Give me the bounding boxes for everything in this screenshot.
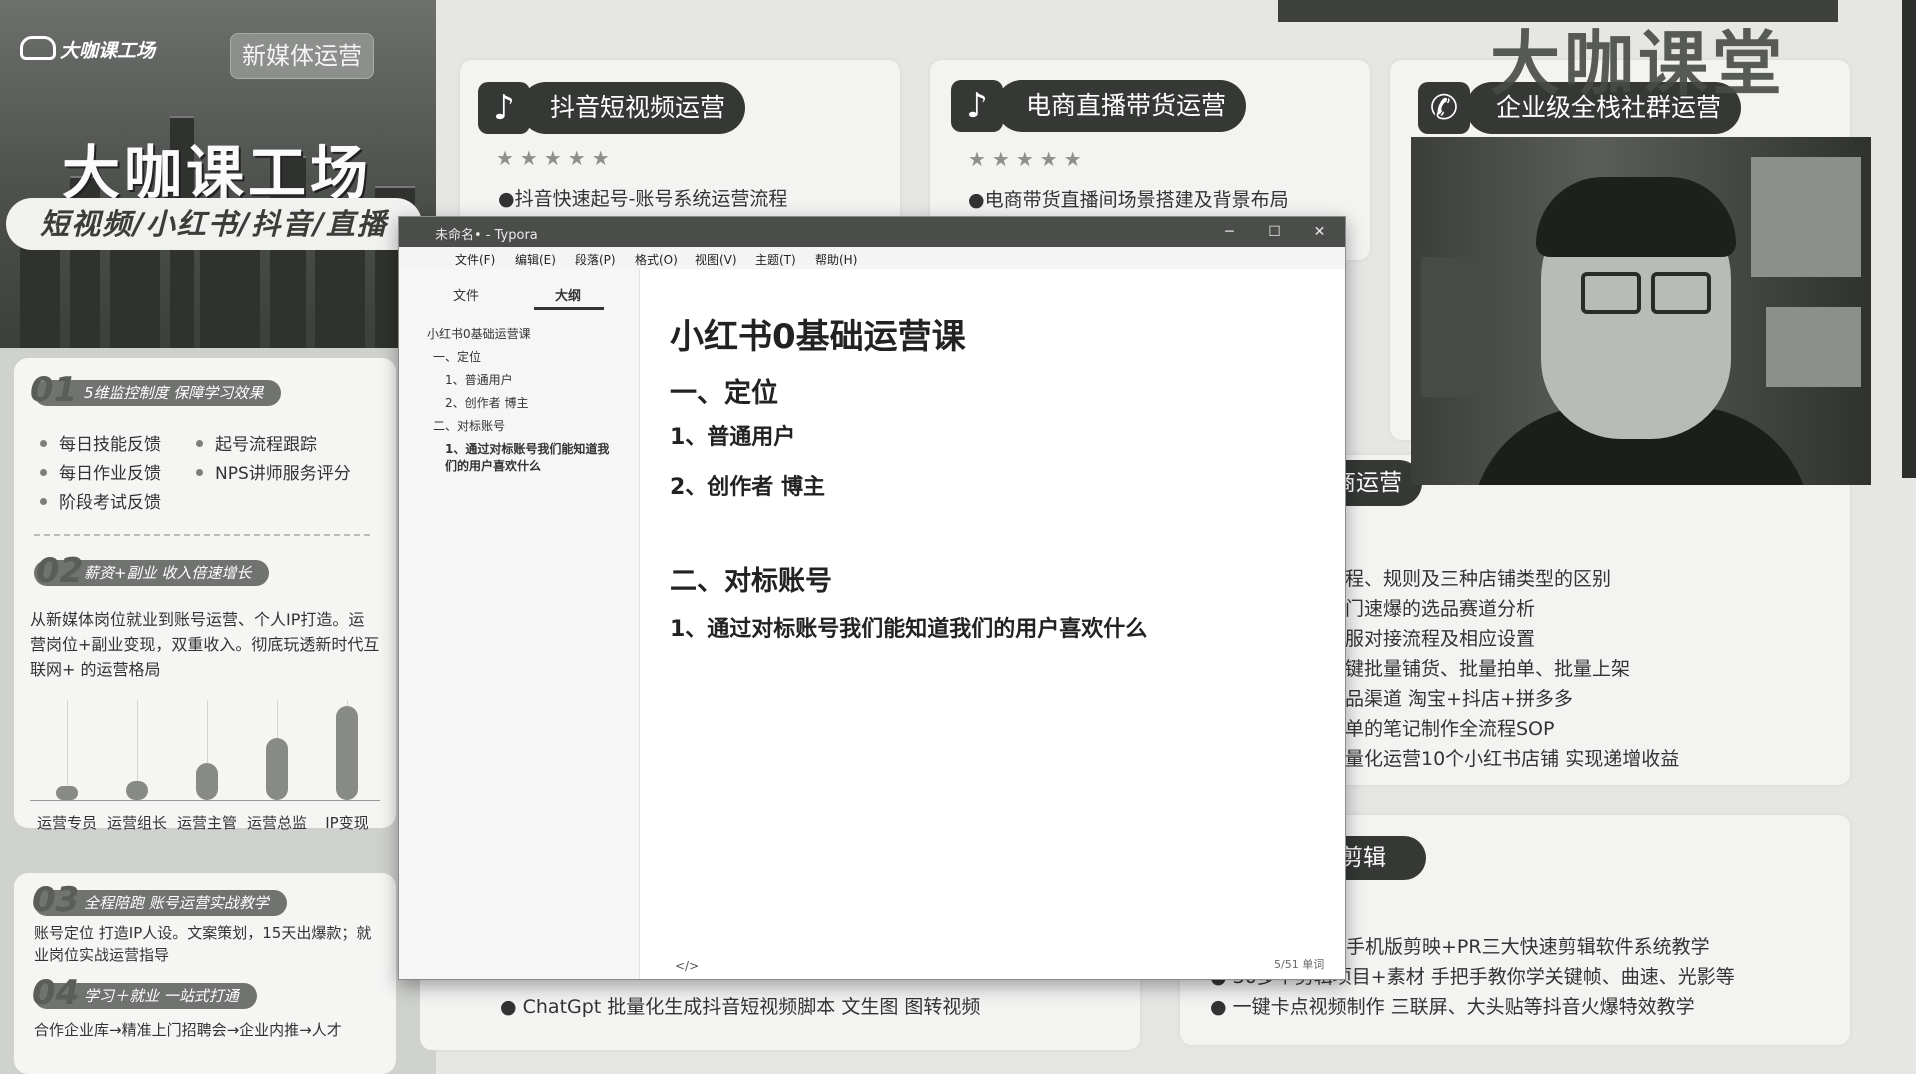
- brand-logo: 大咖课工场: [20, 36, 155, 63]
- course-line: 冷门速爆的选品赛道分析: [1326, 598, 1536, 620]
- active-tab-indicator: [534, 307, 604, 310]
- word-count[interactable]: 5/51 单词: [1274, 956, 1324, 972]
- rating-stars: ★★★★★: [968, 147, 1088, 171]
- doc-heading-2: 一、定位: [670, 378, 778, 409]
- menu-bar: 文件(F) 编辑(E) 段落(P) 格式(O) 视图(V) 主题(T) 帮助(H…: [399, 247, 1345, 269]
- divider: [34, 534, 370, 536]
- outline-item[interactable]: 二、对标账号: [433, 417, 505, 434]
- outline-item[interactable]: 1、普通用户: [445, 371, 513, 388]
- wechat-icon: ✆: [1418, 82, 1470, 134]
- chart-category-label: 运营组长: [106, 814, 167, 832]
- chart-bar: [56, 786, 78, 800]
- course-line: 爆单的笔记制作全流程SOP: [1326, 718, 1555, 740]
- chart-category-label: IP变现: [325, 814, 369, 832]
- watermark: 大咖课堂: [1490, 23, 1786, 105]
- chart-category-label: 运营专员: [36, 814, 97, 832]
- maximize-icon[interactable]: ☐: [1252, 217, 1297, 247]
- banner-subtitle: 短视频/小红书/抖音/直播: [6, 198, 422, 250]
- chart-bar: [266, 737, 288, 800]
- course-line: ●电商带货直播间场景搭建及背景布局: [968, 189, 1289, 211]
- source-code-toggle-icon[interactable]: </>: [675, 959, 699, 973]
- webcam-feed: [1411, 137, 1871, 485]
- menu-theme[interactable]: 主题(T): [755, 251, 796, 268]
- feature-item: NPS讲师服务评分: [196, 459, 351, 484]
- chart-category-label: 运营总监: [246, 814, 307, 832]
- course-line: 一键批量铺货、批量拍单、批量上架: [1326, 658, 1631, 680]
- menu-format[interactable]: 格式(O): [635, 251, 678, 268]
- course-line: ●抖音快速起号-账号系统运营流程: [498, 188, 788, 210]
- menu-edit[interactable]: 编辑(E): [515, 251, 556, 268]
- section-number: 01: [30, 370, 78, 410]
- menu-help[interactable]: 帮助(H): [815, 251, 857, 268]
- typora-window[interactable]: 未命名• - Typora ─ ☐ ✕ 文件(F) 编辑(E) 段落(P) 格式…: [398, 216, 1346, 980]
- section-description: 账号定位 打造IP人设。文案策划，15天出爆款；就业岗位实战运营指导: [34, 924, 372, 964]
- tab-files[interactable]: 文件: [453, 285, 479, 304]
- section-description: 从新媒体岗位就业到账号运营、个人IP打造。运营岗位+副业变现，双重收入。彻底玩透…: [30, 610, 380, 679]
- feature-item: 起号流程跟踪: [196, 430, 317, 455]
- chart-bar: [196, 762, 218, 800]
- close-icon[interactable]: ✕: [1297, 217, 1342, 247]
- course-line: ● 一键卡点视频制作 三联屏、大头贴等抖音火爆特效教学: [1210, 996, 1695, 1018]
- chart-bar: [126, 781, 148, 800]
- course-line: 手机版剪映+PR三大快速剪辑软件系统教学: [1346, 936, 1710, 958]
- feature-item: 每日作业反馈: [40, 459, 161, 484]
- course-line: 选品渠道 淘宝+抖店+拼多多: [1326, 688, 1573, 710]
- title-bar[interactable]: 未命名• - Typora ─ ☐ ✕: [399, 217, 1345, 247]
- right-edge: [1902, 0, 1916, 478]
- course-line: 客服对接流程及相应设置: [1326, 628, 1536, 650]
- course-title: 抖音短视频运营: [520, 82, 746, 134]
- course-line: 批量化运营10个小红书店铺 实现递增收益: [1326, 748, 1680, 770]
- section-number: 02: [36, 551, 84, 591]
- section-description: 合作企业库→精准上门招聘会→企业内推→人才: [34, 1021, 342, 1039]
- section-number: 03: [32, 880, 80, 920]
- outline-item-active[interactable]: 1、通过对标账号我们能知道我们的用户喜欢什么: [445, 441, 615, 475]
- outline-item[interactable]: 2、创作者 博主: [445, 394, 528, 411]
- menu-file[interactable]: 文件(F): [455, 251, 495, 268]
- chart-gridline: [67, 700, 68, 800]
- course-line: 流程、规则及三种店铺类型的区别: [1326, 568, 1612, 590]
- editor-content[interactable]: 小红书0基础运营课 一、定位 1、普通用户 2、创作者 博主 二、对标账号 1、…: [640, 269, 1345, 979]
- doc-heading-3: 2、创作者 博主: [670, 475, 825, 500]
- course-title: 电商直播带货运营: [996, 80, 1247, 132]
- tab-outline[interactable]: 大纲: [555, 285, 581, 304]
- doc-heading-1: 小红书0基础运营课: [670, 317, 966, 357]
- chart-category-label: 运营主管: [176, 814, 237, 832]
- sidebar-footer: <: [399, 961, 657, 979]
- doc-heading-3: 1、普通用户: [670, 425, 796, 450]
- minimize-icon[interactable]: ─: [1207, 217, 1252, 247]
- outline-item[interactable]: 小红书0基础运营课: [427, 325, 531, 342]
- sidebar: 文件 大纲 小红书0基础运营课 一、定位 1、普通用户 2、创作者 博主 二、对…: [399, 269, 657, 979]
- menu-view[interactable]: 视图(V): [695, 251, 737, 268]
- chart-x-axis: [30, 800, 380, 801]
- rating-stars: ★★★★★: [496, 146, 616, 170]
- chart-bar: [336, 706, 358, 800]
- feature-item: 阶段考试反馈: [40, 488, 161, 513]
- doc-heading-2: 二、对标账号: [670, 566, 832, 597]
- category-tag-button[interactable]: 新媒体运营: [230, 33, 374, 79]
- window-title: 未命名• - Typora: [435, 228, 538, 243]
- menu-paragraph[interactable]: 段落(P): [575, 251, 616, 268]
- course-line: ● ChatGpt 批量化生成抖音短视频脚本 文生图 图转视频: [500, 996, 981, 1018]
- outline-item[interactable]: 一、定位: [433, 348, 481, 365]
- feature-item: 每日技能反馈: [40, 430, 161, 455]
- section-number: 04: [32, 973, 80, 1013]
- doc-heading-3: 1、通过对标账号我们能知道我们的用户喜欢什么: [670, 617, 1148, 642]
